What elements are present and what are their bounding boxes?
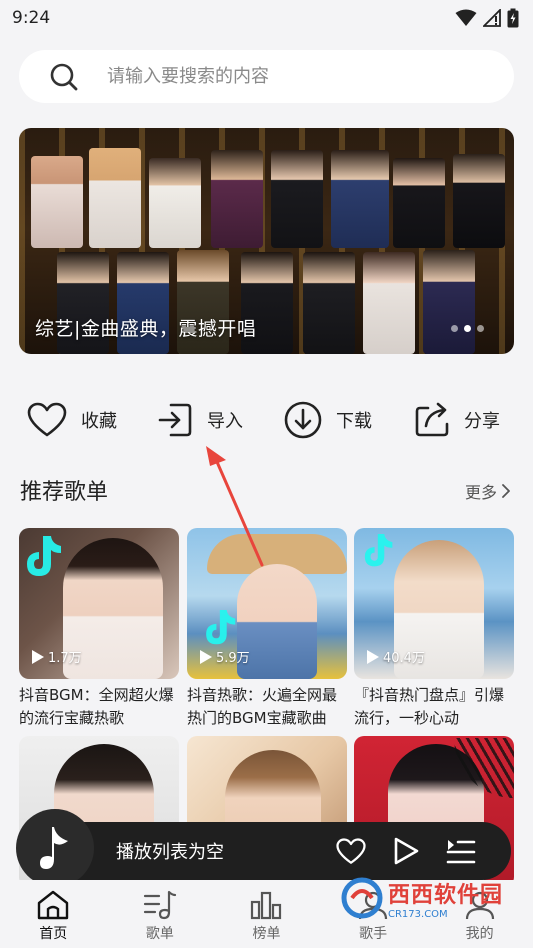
download-icon bbox=[284, 401, 322, 439]
search-icon[interactable] bbox=[49, 62, 79, 92]
battery-icon bbox=[507, 8, 519, 28]
tiktok-logo-icon bbox=[364, 534, 393, 567]
banner-caption: 综艺|金曲盛典，震撼开唱 bbox=[35, 318, 257, 340]
nav-charts[interactable]: 榜单 bbox=[213, 880, 320, 948]
heart-icon[interactable] bbox=[336, 837, 366, 865]
play-icon bbox=[200, 649, 212, 664]
playlist-title: 抖音热歌：火遍全网最热门的BGM宝藏歌曲 bbox=[187, 686, 338, 727]
playlist-cover: 40.4万 bbox=[354, 528, 514, 679]
banner-performer bbox=[149, 158, 201, 248]
player-controls bbox=[336, 836, 476, 866]
album-disc[interactable] bbox=[16, 809, 94, 887]
import-icon bbox=[158, 403, 192, 437]
banner-performer bbox=[31, 156, 83, 248]
banner-dot bbox=[477, 325, 484, 332]
import-label: 导入 bbox=[207, 411, 243, 432]
banner-indicator bbox=[451, 325, 484, 332]
banner-performer bbox=[363, 252, 415, 354]
more-link[interactable]: 更多 bbox=[465, 479, 511, 503]
playlist-cover: 5.9万 bbox=[187, 528, 347, 679]
watermark-sub: CR173.COM bbox=[388, 908, 448, 920]
banner-performer bbox=[423, 250, 475, 354]
player-status: 播放列表为空 bbox=[116, 842, 224, 863]
playlist-cover: 1.7万 bbox=[19, 528, 179, 679]
play-count: 1.7万 bbox=[29, 647, 82, 666]
playlist-card[interactable]: 1.7万 抖音BGM：全网超火爆的流行宝藏热歌 bbox=[19, 528, 179, 730]
play-count-value: 5.9万 bbox=[216, 651, 250, 666]
watermark: 西西软件园 CR173.COM bbox=[340, 868, 520, 928]
download-label: 下载 bbox=[336, 411, 372, 432]
wifi-icon bbox=[455, 9, 477, 26]
playlist-queue-icon[interactable] bbox=[446, 837, 476, 865]
banner-performer bbox=[89, 148, 141, 248]
action-row: 收藏 导入 下载 分享 bbox=[0, 394, 533, 446]
status-icons bbox=[455, 8, 519, 28]
search-bar[interactable] bbox=[19, 50, 514, 103]
play-icon bbox=[32, 649, 44, 664]
watermark-logo-icon bbox=[341, 877, 383, 919]
music-note-icon bbox=[40, 827, 68, 869]
nav-playlists[interactable]: 歌单 bbox=[107, 880, 214, 948]
download-button[interactable]: 下载 bbox=[284, 394, 372, 446]
chevron-right-icon bbox=[502, 484, 510, 498]
play-count: 5.9万 bbox=[197, 647, 250, 666]
tiktok-logo-icon bbox=[206, 610, 236, 645]
watermark-text-block: 西西软件园 CR173.COM bbox=[388, 877, 503, 920]
play-count-value: 40.4万 bbox=[383, 651, 425, 666]
nav-home-label: 首页 bbox=[39, 926, 68, 942]
banner-performer bbox=[393, 158, 445, 248]
playlist-title: 抖音BGM：全网超火爆的流行宝藏热歌 bbox=[19, 686, 174, 727]
favorite-label: 收藏 bbox=[81, 411, 117, 432]
share-button[interactable]: 分享 bbox=[414, 394, 500, 446]
nav-charts-label: 榜单 bbox=[252, 926, 281, 942]
play-count: 40.4万 bbox=[364, 647, 425, 666]
watermark-text: 西西软件园 bbox=[388, 882, 504, 908]
music-list-icon bbox=[143, 890, 176, 920]
banner-performer bbox=[453, 154, 505, 248]
chart-icon bbox=[251, 891, 282, 920]
heart-icon bbox=[27, 402, 67, 437]
nav-home[interactable]: 首页 bbox=[0, 880, 107, 948]
banner-performer bbox=[211, 150, 263, 248]
play-button-icon[interactable] bbox=[392, 836, 420, 866]
import-button[interactable]: 导入 bbox=[157, 394, 243, 446]
more-label: 更多 bbox=[464, 483, 497, 502]
status-bar: 9:24 bbox=[0, 0, 533, 36]
banner-dot bbox=[451, 325, 458, 332]
banner-performer bbox=[331, 150, 389, 248]
home-icon bbox=[38, 890, 69, 920]
playlist-title: 『抖音热门盘点』引爆流行，一秒心动 bbox=[354, 686, 505, 727]
play-icon bbox=[367, 649, 379, 664]
favorite-button[interactable]: 收藏 bbox=[27, 394, 117, 446]
share-label: 分享 bbox=[464, 411, 500, 432]
search-input[interactable] bbox=[107, 66, 487, 87]
share-icon bbox=[415, 402, 449, 437]
playlist-card[interactable]: 5.9万 抖音热歌：火遍全网最热门的BGM宝藏歌曲 bbox=[187, 528, 347, 730]
banner-dot bbox=[464, 325, 471, 332]
tiktok-logo-icon bbox=[27, 536, 61, 576]
recommend-title: 推荐歌单 bbox=[20, 480, 109, 505]
banner-performer bbox=[303, 252, 355, 354]
banner-performer bbox=[271, 150, 323, 248]
status-time: 9:24 bbox=[12, 8, 51, 28]
banner-carousel[interactable]: 综艺|金曲盛典，震撼开唱 bbox=[19, 128, 514, 354]
play-count-value: 1.7万 bbox=[48, 651, 82, 666]
nav-playlists-label: 歌单 bbox=[145, 926, 174, 942]
playlist-card[interactable]: 40.4万 『抖音热门盘点』引爆流行，一秒心动 bbox=[354, 528, 514, 730]
signal-icon bbox=[483, 9, 501, 27]
